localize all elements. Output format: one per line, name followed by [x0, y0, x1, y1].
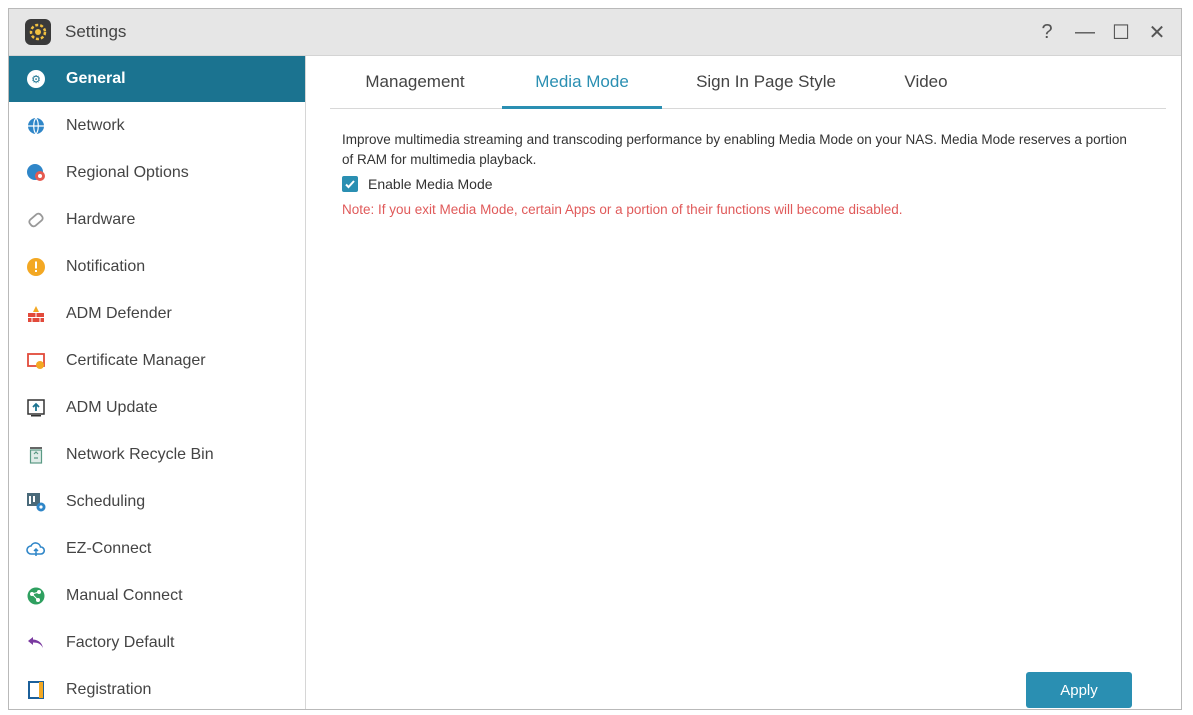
hardware-icon: [26, 210, 46, 230]
cloud-connect-icon: [26, 539, 46, 559]
enable-media-mode-checkbox[interactable]: Enable Media Mode: [342, 176, 493, 192]
help-button[interactable]: ?: [1033, 19, 1061, 45]
sidebar-item-network[interactable]: Network: [9, 103, 305, 149]
title-bar: Settings ? — ☐ ✕: [9, 9, 1181, 56]
media-mode-description: Improve multimedia streaming and transco…: [342, 132, 1127, 167]
svg-text:⚙: ⚙: [31, 73, 41, 86]
tab-video[interactable]: Video: [886, 56, 966, 108]
sidebar-item-label: Scheduling: [66, 493, 146, 510]
sidebar-item-general[interactable]: ⚙ General: [9, 56, 305, 102]
scheduling-icon: [26, 492, 46, 512]
notification-icon: [26, 257, 46, 277]
sidebar-item-ez-connect[interactable]: EZ-Connect: [9, 526, 305, 572]
maximize-button[interactable]: ☐: [1107, 19, 1135, 45]
sidebar-item-label: Notification: [66, 258, 146, 275]
sidebar-item-label: EZ-Connect: [66, 540, 152, 557]
sidebar-item-label: Registration: [66, 681, 152, 698]
regional-globe-icon: [26, 163, 46, 183]
sidebar-item-label: Network Recycle Bin: [66, 446, 214, 463]
sidebar-item-label: ADM Defender: [66, 305, 172, 322]
sidebar-item-label: Certificate Manager: [66, 352, 206, 369]
warning-note: Note: If you exit Media Mode, certain Ap…: [342, 202, 903, 217]
sidebar: ⚙ General Network Regional Options Hardw…: [9, 56, 306, 709]
maximize-icon: ☐: [1112, 21, 1130, 44]
sidebar-item-adm-update[interactable]: ADM Update: [9, 385, 305, 431]
recycle-bin-icon: [26, 445, 46, 465]
sidebar-item-regional-options[interactable]: Regional Options: [9, 150, 305, 196]
firewall-icon: [26, 304, 46, 324]
tab-management[interactable]: Management: [350, 56, 480, 108]
sidebar-item-scheduling[interactable]: Scheduling: [9, 479, 305, 525]
tab-media-mode[interactable]: Media Mode: [502, 56, 662, 109]
sidebar-item-hardware[interactable]: Hardware: [9, 197, 305, 243]
apply-button[interactable]: Apply: [1026, 672, 1132, 708]
sidebar-item-adm-defender[interactable]: ADM Defender: [9, 291, 305, 337]
sidebar-item-network-recycle-bin[interactable]: Network Recycle Bin: [9, 432, 305, 478]
content-panel: Management Media Mode Sign In Page Style…: [306, 56, 1181, 709]
settings-window: Settings ? — ☐ ✕ ⚙ General Network Regio…: [8, 8, 1182, 710]
sidebar-item-label: Factory Default: [66, 634, 175, 651]
minimize-icon: —: [1075, 20, 1095, 43]
sidebar-item-label: Network: [66, 117, 125, 134]
sidebar-item-registration[interactable]: Registration: [9, 667, 305, 713]
sidebar-item-label: Manual Connect: [66, 587, 183, 604]
sidebar-item-notification[interactable]: Notification: [9, 244, 305, 290]
globe-icon: [26, 116, 46, 136]
checkbox-label: Enable Media Mode: [368, 176, 493, 192]
general-icon: ⚙: [26, 69, 46, 89]
window-title: Settings: [65, 22, 127, 41]
help-icon: ?: [1041, 20, 1053, 43]
sidebar-item-label: General: [66, 70, 126, 87]
sidebar-item-label: Hardware: [66, 211, 136, 228]
sidebar-item-label: ADM Update: [66, 399, 158, 416]
update-icon: [26, 398, 46, 418]
close-icon: ✕: [1148, 21, 1166, 44]
tab-sign-in-page-style[interactable]: Sign In Page Style: [686, 56, 846, 108]
sidebar-item-label: Regional Options: [66, 164, 189, 181]
tab-bar: Management Media Mode Sign In Page Style…: [330, 56, 1166, 109]
sidebar-item-manual-connect[interactable]: Manual Connect: [9, 573, 305, 619]
sidebar-item-certificate-manager[interactable]: Certificate Manager: [9, 338, 305, 384]
manual-connect-icon: [26, 586, 46, 606]
minimize-button[interactable]: —: [1071, 19, 1099, 45]
checkbox-checked-icon[interactable]: [342, 176, 358, 192]
sidebar-item-factory-default[interactable]: Factory Default: [9, 620, 305, 666]
certificate-icon: [26, 351, 46, 371]
close-button[interactable]: ✕: [1143, 19, 1171, 45]
registration-icon: [26, 680, 46, 700]
settings-app-icon: [25, 19, 51, 45]
undo-icon: [26, 633, 46, 653]
